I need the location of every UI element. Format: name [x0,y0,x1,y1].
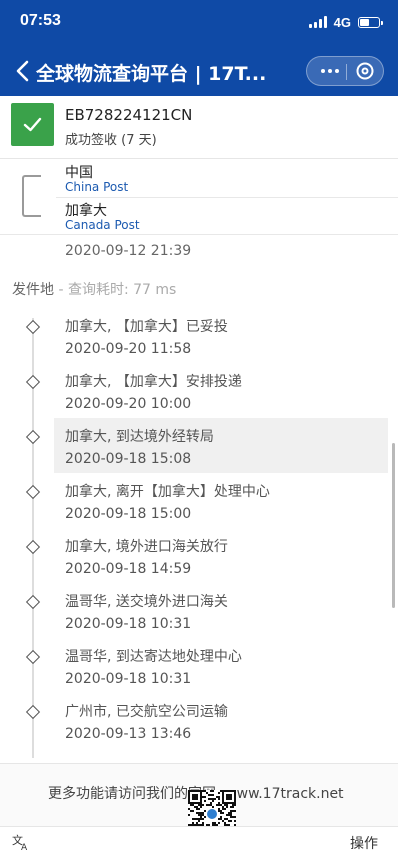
status-indicators: 4G [308,14,383,30]
event-time: 2020-09-18 14:59 [65,561,192,577]
timeline-event[interactable]: 温哥华, 到达寄达地处理中心 2020-09-18 10:31 [0,646,398,701]
capsule-divider [346,64,347,80]
event-time: 2020-09-20 10:00 [65,396,192,412]
event-description: 加拿大, 【加拿大】安排投递 [65,374,242,390]
page-title: 全球物流查询平台 | 17T... [36,63,267,85]
event-time: 2020-09-18 10:31 [65,616,192,632]
event-description: 加拿大, 离开【加拿大】处理中心 [65,484,270,500]
timeline-event[interactable]: 广州市, 已交航空公司运输 2020-09-13 13:46 [0,701,398,756]
timeline-diamond-icon [25,594,41,610]
timeline-diamond-icon [25,484,41,500]
event-description: 加拿大, 境外进口海关放行 [65,539,228,555]
previous-event-time: 2020-09-12 21:39 [65,243,192,259]
timeline-diamond-icon [25,319,41,335]
timeline-diamond-icon [25,374,41,390]
event-time: 2020-09-13 13:46 [65,726,192,742]
network-type: 4G [333,14,351,30]
more-options-icon[interactable] [315,57,345,85]
route-connector-icon [22,175,41,217]
operations-button[interactable]: 操作 [350,833,378,853]
timeline-diamond-icon [25,429,41,445]
divider [0,234,398,235]
delivery-status: 成功签收 (7 天) [65,133,157,148]
event-time: 2020-09-18 10:31 [65,671,192,687]
translate-icon[interactable]: 文 A [12,833,30,851]
status-time: 07:53 [20,12,61,29]
package-header [0,96,398,159]
event-time: 2020-09-20 11:58 [65,341,192,357]
section-title: 发件地 [12,282,54,298]
timeline-event[interactable]: 加拿大, 到达境外经转局 2020-09-18 15:08 [0,418,398,481]
timeline-event[interactable]: 温哥华, 送交境外进口海关 2020-09-18 10:31 [0,591,398,646]
scrollbar[interactable] [392,443,395,608]
signal-icon [308,16,327,28]
event-time: 2020-09-18 15:00 [65,506,192,522]
nav-bar: 全球物流查询平台 | 17T... [0,46,398,96]
event-time: 2020-09-18 15:08 [65,451,192,467]
destination-carrier-link[interactable]: Canada Post [65,218,140,232]
event-description: 广州市, 已交航空公司运输 [65,704,228,720]
timeline-diamond-icon [25,704,41,720]
svg-text:A: A [21,843,28,851]
divider [56,197,398,198]
timeline-event[interactable]: 加拿大, 【加拿大】已妥投 2020-09-20 11:58 [0,316,398,371]
origin-carrier-link[interactable]: China Post [65,180,128,194]
event-description: 加拿大, 到达境外经转局 [65,429,214,445]
checkmark-icon [23,117,42,132]
battery-icon [358,16,383,28]
event-description: 温哥华, 送交境外进口海关 [65,594,228,610]
destination-country: 加拿大 [65,203,107,219]
event-description: 温哥华, 到达寄达地处理中心 [65,649,242,665]
event-description: 加拿大, 【加拿大】已妥投 [65,319,228,335]
bottom-toolbar [0,826,398,864]
tracking-number[interactable]: EB728224121CN [65,106,192,124]
close-circle-icon[interactable] [355,61,375,81]
delivered-status-badge [11,103,54,146]
status-bar: 07:53 4G [0,0,398,46]
back-arrow-icon[interactable] [14,59,32,83]
timeline-event[interactable]: 加拿大, 境外进口海关放行 2020-09-18 14:59 [0,536,398,591]
origin-country: 中国 [65,165,93,181]
section-heading: 发件地 - 查询耗时: 77 ms [12,279,176,299]
mini-program-capsule [306,56,384,86]
timeline-event[interactable]: 加拿大, 离开【加拿大】处理中心 2020-09-18 15:00 [0,481,398,536]
query-time: - 查询耗时: 77 ms [54,282,177,298]
timeline-diamond-icon [25,539,41,555]
timeline-diamond-icon [25,649,41,665]
